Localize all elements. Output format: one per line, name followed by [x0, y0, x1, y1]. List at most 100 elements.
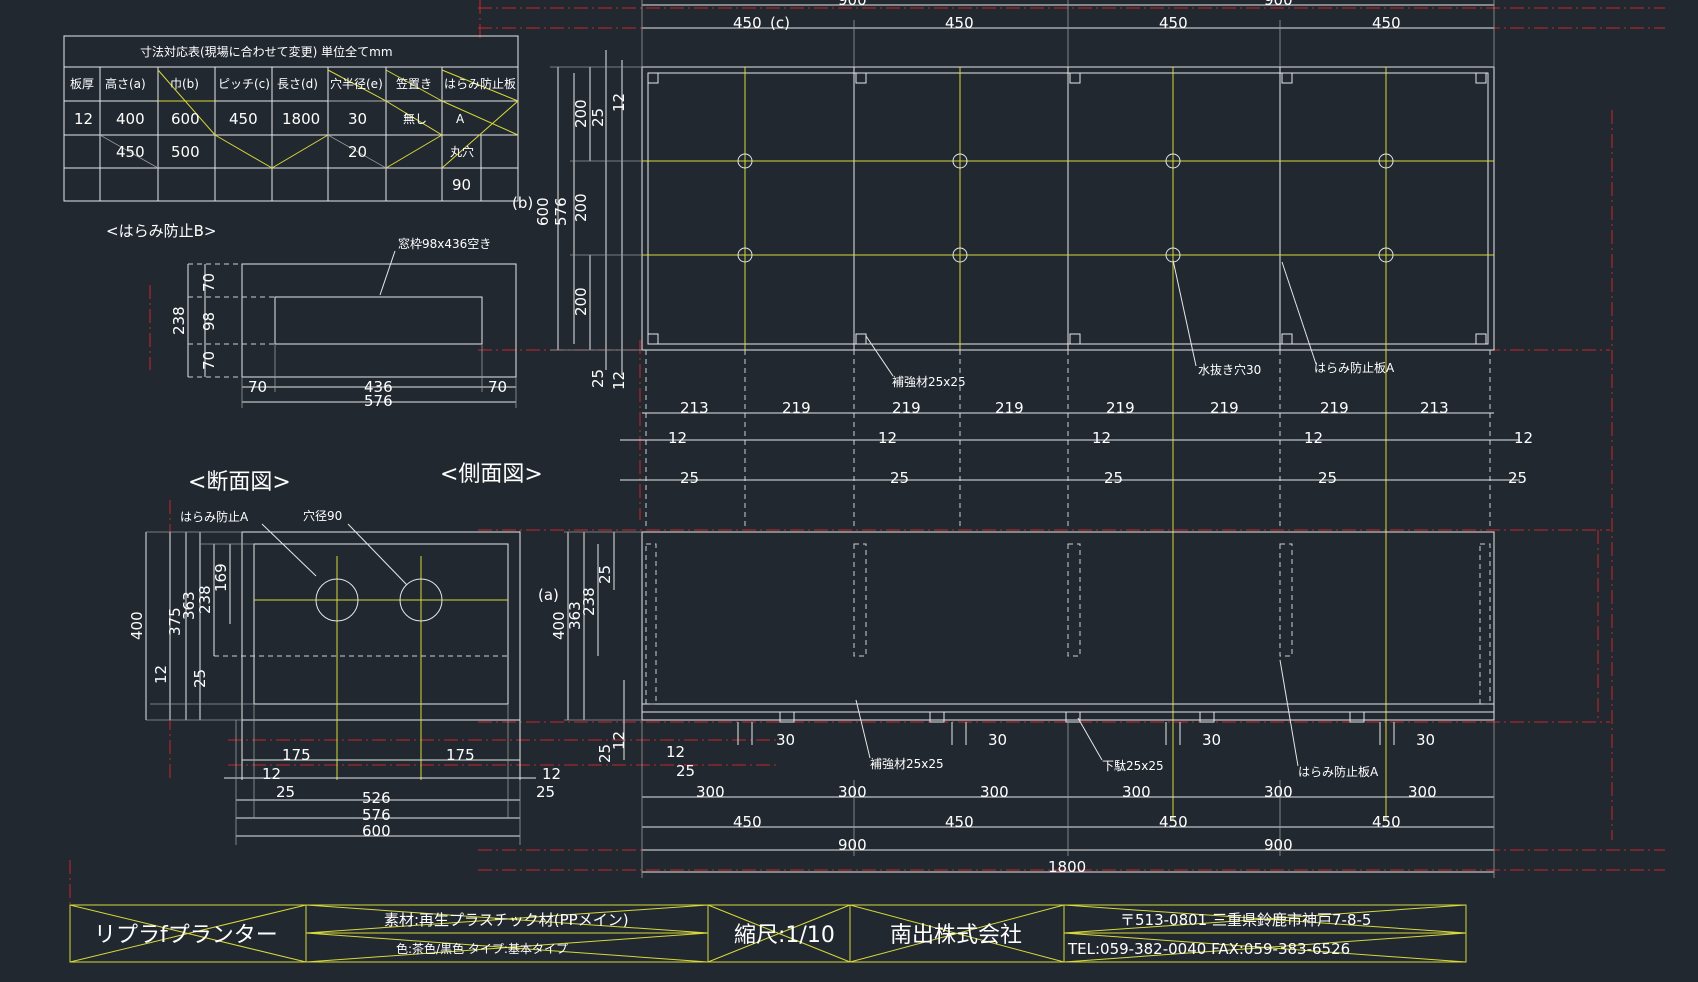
dim-238: 238 — [580, 587, 598, 616]
dim-450: 450 — [945, 813, 974, 831]
cell: 450 — [116, 143, 145, 161]
cell: 丸穴 — [450, 144, 474, 159]
scale-text: 縮尺:1/10 — [734, 923, 835, 948]
dim-25: 25 — [276, 783, 295, 801]
side-view: 30 30 30 30 補強材25x25 下駄25x25 はらみ防止板A (a)… — [538, 531, 1495, 780]
dim-450: 450 — [733, 813, 762, 831]
anti-bulge-plate-label: はらみ防止板A — [1314, 360, 1395, 375]
dim-213: 213 — [1420, 399, 1449, 417]
dim-70: 70 — [200, 351, 218, 370]
anti-bulge-plate-label: はらみ防止板A — [1298, 764, 1379, 779]
dim-300: 300 — [696, 783, 725, 801]
dim-25: 25 — [536, 783, 555, 801]
dim-12: 12 — [1514, 429, 1533, 447]
cell: 600 — [171, 110, 200, 128]
dim-175: 175 — [446, 746, 475, 764]
dim-213: 213 — [680, 399, 709, 417]
table-title: 寸法対応表(現場に合わせて変更) 単位全てmm — [140, 44, 393, 59]
cell: 90 — [452, 176, 471, 194]
cell: 30 — [348, 110, 367, 128]
dim-300: 300 — [1408, 783, 1437, 801]
cell: 12 — [74, 110, 93, 128]
dim-238: 238 — [170, 306, 188, 335]
drain-hole-label: 水抜き穴30 — [1198, 362, 1261, 377]
dim-25: 25 — [589, 369, 607, 388]
cell: 20 — [348, 143, 367, 161]
dim-1800: 1800 — [1048, 858, 1086, 876]
header-cap: 笠置き — [396, 76, 432, 91]
header-thickness: 板厚 — [70, 77, 94, 91]
cell: 450 — [229, 110, 258, 128]
dim-70: 70 — [488, 378, 507, 396]
dim-450: 450 — [1159, 14, 1188, 32]
dim-25: 25 — [1318, 469, 1337, 487]
dim-219: 219 — [1320, 399, 1349, 417]
dim-450: 450 — [945, 14, 974, 32]
window-label: 窓枠98x436空き — [398, 236, 491, 251]
cell: 500 — [171, 143, 200, 161]
dim-12: 12 — [262, 765, 281, 783]
dim-300: 300 — [1264, 783, 1293, 801]
dim-12: 12 — [1092, 429, 1111, 447]
dim-12: 12 — [668, 429, 687, 447]
header-pitch: ピッチ(c) — [218, 77, 270, 91]
header-height: 高さ(a) — [105, 76, 146, 91]
dim-70: 70 — [248, 378, 267, 396]
dim-30: 30 — [1202, 731, 1221, 749]
dim-30: 30 — [776, 731, 795, 749]
table-headers: 板厚 高さ(a) 巾(b) ピッチ(c) 長さ(d) 穴半径(e) 笠置き はら… — [70, 76, 516, 91]
dim-219: 219 — [1210, 399, 1239, 417]
dim-450: 450 — [733, 14, 762, 32]
dim-25: 25 — [680, 469, 699, 487]
dim-25: 25 — [1104, 469, 1123, 487]
table-row: 90 — [452, 176, 471, 194]
cross-section-title: <断面図> — [188, 470, 291, 495]
title-block: リプラfプランター 素材:再生プラスチック材(PPメイン) 色:茶色/黒色 タイ… — [69, 904, 1467, 963]
dim-70: 70 — [200, 273, 218, 292]
dim-30: 30 — [1416, 731, 1435, 749]
dim-25: 25 — [589, 108, 607, 127]
anti-bulge-b-title: <はらみ防止B> — [106, 222, 216, 240]
dim-576: 576 — [552, 197, 570, 226]
dim-450: 450 — [1372, 813, 1401, 831]
header-width: 巾(b) — [170, 77, 199, 91]
dim-175: 175 — [282, 746, 311, 764]
dim-576: 576 — [364, 392, 393, 410]
mark-b: (b) — [512, 194, 533, 212]
dim-25: 25 — [191, 669, 209, 688]
dim-30: 30 — [988, 731, 1007, 749]
mark-c: (c) — [770, 14, 790, 32]
geta-label: 下駄25x25 — [1102, 758, 1164, 773]
dim-25: 25 — [596, 565, 614, 584]
cell: 1800 — [282, 110, 320, 128]
dim-300: 300 — [1122, 783, 1151, 801]
hole-90-label: 穴径90 — [303, 508, 342, 523]
product-name: リプラfプランター — [94, 923, 278, 948]
header-hole-radius: 穴半径(e) — [330, 76, 383, 91]
dim-12: 12 — [666, 743, 685, 761]
cell: 400 — [116, 110, 145, 128]
center-lines — [69, 0, 1665, 905]
material-text: 素材:再生プラスチック材(PPメイン) — [384, 911, 629, 929]
dim-200: 200 — [572, 99, 590, 128]
cell: A — [456, 112, 465, 126]
dim-98: 98 — [200, 312, 218, 331]
cell: 無し — [403, 111, 427, 126]
reinforcement-label: 補強材25x25 — [892, 375, 966, 389]
cad-drawing: 寸法対応表(現場に合わせて変更) 単位全てmm 板厚 高さ(a) 巾(b) ピッ… — [63, 0, 1665, 963]
dim-219: 219 — [995, 399, 1024, 417]
dim-200: 200 — [572, 193, 590, 222]
dim-12: 12 — [878, 429, 897, 447]
cross-section-view: <断面図> はらみ防止A 穴径90 400 12 375 363 238 25 … — [128, 470, 561, 845]
dim-900: 900 — [838, 0, 867, 9]
anti-bulge-a-label: はらみ防止A — [180, 509, 249, 524]
address-text: 〒513-0801 三重県鈴鹿市神戸7-8-5 — [1120, 911, 1371, 929]
dim-25: 25 — [1508, 469, 1527, 487]
dim-900: 900 — [838, 836, 867, 854]
dim-200: 200 — [572, 287, 590, 316]
header-anti-bulge: はらみ防止板 — [444, 76, 516, 91]
dim-300: 300 — [838, 783, 867, 801]
pitch-dimensions: 213 219 219 219 219 219 219 213 12 12 12… — [620, 399, 1533, 487]
dim-12: 12 — [610, 371, 628, 390]
dim-219: 219 — [1106, 399, 1135, 417]
